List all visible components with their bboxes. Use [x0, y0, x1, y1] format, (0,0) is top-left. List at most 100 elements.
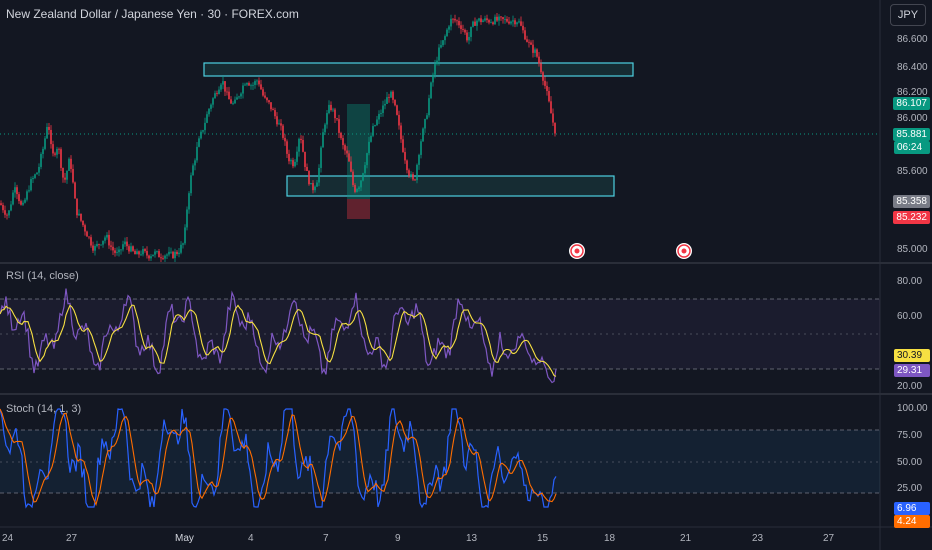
candle-body: [124, 241, 126, 245]
candle-body: [420, 141, 422, 155]
candle-body: [92, 245, 94, 251]
candle-body: [214, 93, 216, 99]
candle-body: [10, 204, 12, 211]
event-marker-icon[interactable]: [676, 243, 692, 259]
candle-body: [192, 165, 194, 176]
candle-body: [544, 80, 546, 86]
candle-body: [314, 186, 316, 191]
candle-body: [128, 246, 130, 252]
candle-body: [4, 210, 6, 215]
candle-body: [482, 20, 484, 23]
rsi-tick: 20.00: [897, 381, 923, 392]
candle-body: [72, 168, 74, 183]
candle-body: [48, 126, 50, 130]
candle-body: [540, 63, 542, 73]
candle-body: [220, 84, 222, 90]
candle-body: [84, 225, 86, 232]
candle-body: [308, 171, 310, 185]
stoch-d-tag: 4.24: [894, 515, 930, 528]
candle-body: [40, 153, 42, 167]
time-tick: 21: [680, 533, 692, 544]
candle-body: [0, 203, 2, 205]
stoch-label[interactable]: Stoch (14, 1, 3): [6, 403, 81, 415]
candle-body: [52, 144, 54, 154]
price-pane[interactable]: [0, 0, 880, 262]
candle-body: [444, 36, 446, 41]
candle-body: [226, 91, 228, 93]
candle-body: [16, 187, 18, 195]
candle-body: [132, 246, 134, 251]
candle-body: [284, 137, 286, 142]
candle-body: [446, 29, 448, 37]
candle-body: [536, 49, 538, 57]
candle-body: [508, 21, 510, 24]
candle-body: [476, 20, 478, 26]
candle-body: [400, 125, 402, 140]
candle-body: [306, 166, 308, 172]
candle-body: [534, 49, 536, 53]
candle-body: [116, 252, 118, 253]
resistance-zone[interactable]: [203, 62, 634, 77]
candle-body: [290, 160, 292, 162]
candle-body: [282, 125, 284, 138]
event-marker-icon[interactable]: [569, 243, 585, 259]
candle-body: [240, 93, 242, 97]
candle-body: [168, 251, 170, 255]
time-tick: 9: [395, 533, 401, 544]
price-tick: 86.000: [897, 113, 928, 124]
rsi-value-tag: 29.31: [894, 364, 930, 377]
candle-body: [148, 255, 150, 259]
candle-body: [324, 124, 326, 133]
candle-body: [380, 112, 382, 114]
candle-body: [194, 160, 196, 166]
candle-body: [76, 198, 78, 216]
candle-body: [450, 18, 452, 27]
long-position-stop[interactable]: [347, 199, 370, 219]
candle-body: [184, 227, 186, 244]
candle-body: [402, 139, 404, 153]
candle-body: [70, 158, 72, 169]
candle-body: [490, 22, 492, 24]
candle-body: [412, 174, 414, 180]
candle-body: [248, 83, 250, 86]
candle-body: [528, 41, 530, 43]
last-price-tag: 85.881: [893, 128, 930, 141]
candle-body: [472, 21, 474, 27]
candle-body: [474, 21, 476, 26]
candle-body: [228, 91, 230, 100]
candle-body: [68, 158, 70, 171]
candle-body: [60, 149, 62, 168]
currency-button[interactable]: JPY: [890, 4, 926, 26]
rsi-label[interactable]: RSI (14, close): [6, 270, 79, 282]
candle-body: [328, 104, 330, 114]
support-zone[interactable]: [286, 175, 615, 197]
candle-body: [62, 167, 64, 178]
candle-body: [372, 126, 374, 136]
candle-body: [280, 123, 282, 126]
candle-body: [170, 251, 172, 253]
chart-canvas[interactable]: [0, 0, 932, 550]
candle-body: [414, 179, 416, 181]
candle-body: [552, 113, 554, 123]
candle-body: [268, 100, 270, 103]
candle-body: [302, 140, 304, 152]
candle-body: [522, 25, 524, 31]
price-tick: 85.000: [897, 244, 928, 255]
candle-body: [428, 98, 430, 116]
candle-body: [172, 251, 174, 259]
candle-body: [176, 251, 178, 255]
candle-body: [44, 138, 46, 149]
chart-title[interactable]: New Zealand Dollar / Japanese Yen · 30 ·…: [6, 7, 299, 21]
candle-body: [134, 250, 136, 255]
candle-body: [122, 244, 124, 250]
candle-body: [368, 141, 370, 154]
candle-body: [18, 194, 20, 202]
stoch-tick: 25.00: [897, 483, 923, 494]
candle-body: [334, 109, 336, 119]
candle-body: [24, 199, 26, 203]
long-position-target[interactable]: [347, 104, 370, 199]
candle-body: [120, 249, 122, 251]
candle-body: [96, 244, 98, 247]
candle-body: [100, 244, 102, 246]
candle-body: [320, 147, 322, 168]
